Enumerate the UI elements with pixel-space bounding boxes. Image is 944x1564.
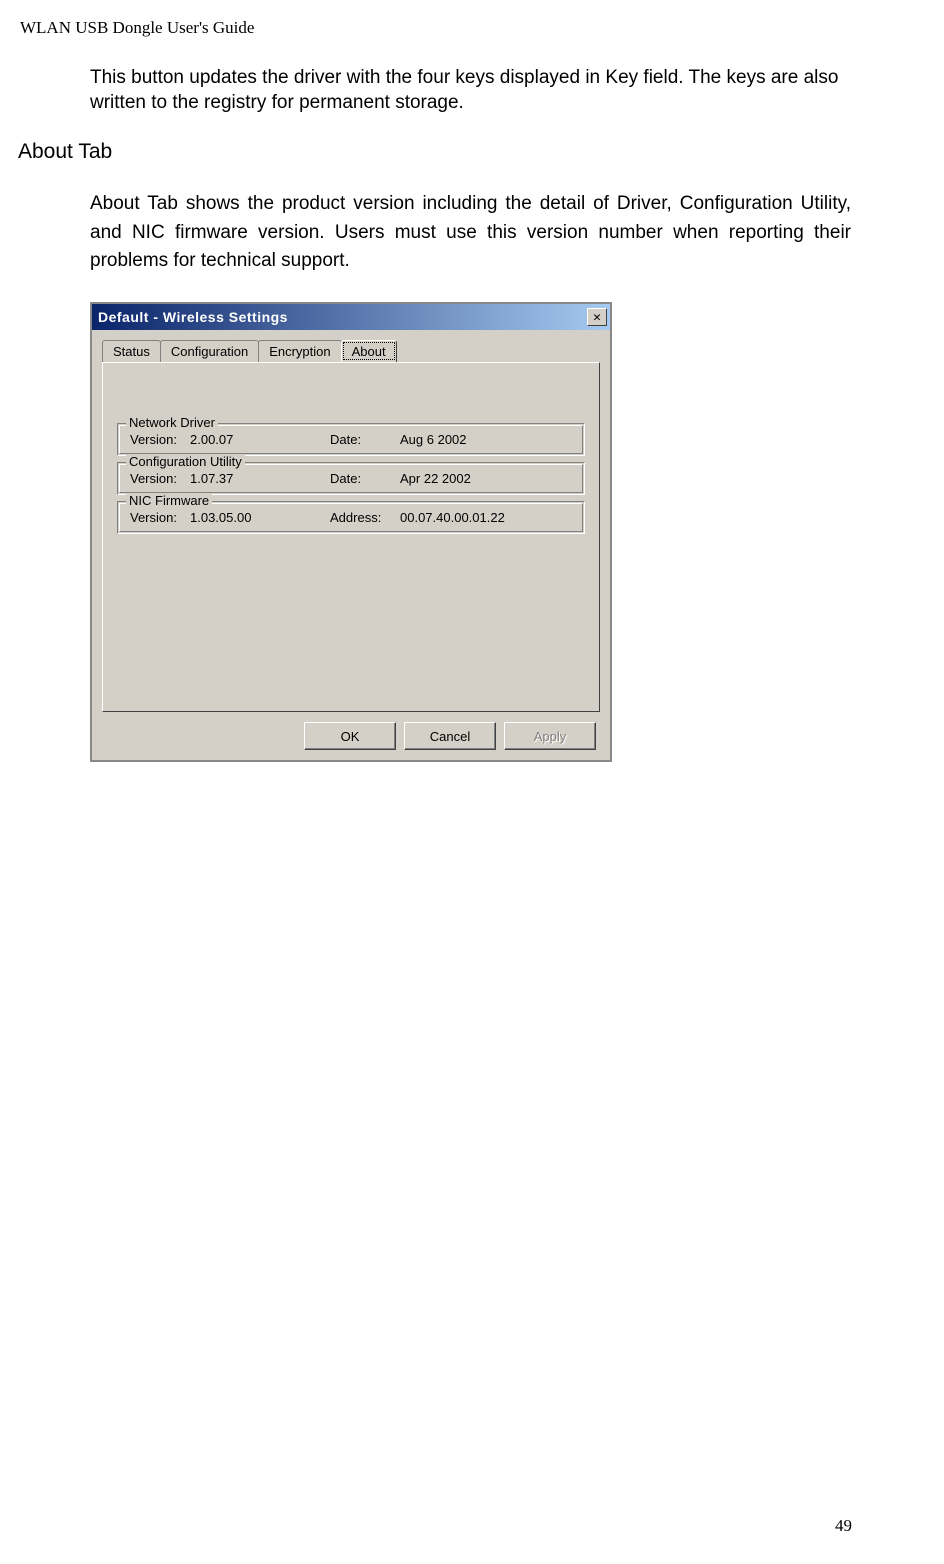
close-icon: ✕: [593, 311, 601, 324]
apply-button: Apply: [504, 722, 596, 750]
tab-configuration[interactable]: Configuration: [160, 340, 259, 362]
fieldset-config-utility: Configuration Utility Version: 1.07.37 D…: [117, 462, 585, 495]
value-driver-date: Aug 6 2002: [400, 432, 572, 447]
dialog-titlebar: Default - Wireless Settings ✕: [92, 304, 610, 330]
legend-config-utility: Configuration Utility: [126, 454, 245, 469]
wireless-settings-dialog: Default - Wireless Settings ✕ Status Con…: [90, 302, 612, 762]
label-version: Version:: [130, 432, 190, 447]
cancel-button[interactable]: Cancel: [404, 722, 496, 750]
tab-row: Status Configuration Encryption About: [102, 340, 600, 362]
dialog-title: Default - Wireless Settings: [95, 309, 288, 325]
value-firmware-version: 1.03.05.00: [190, 510, 330, 525]
dialog-button-row: OK Cancel Apply: [102, 722, 600, 750]
value-firmware-address: 00.07.40.00.01.22: [400, 510, 572, 525]
legend-nic-firmware: NIC Firmware: [126, 493, 212, 508]
value-utility-date: Apr 22 2002: [400, 471, 572, 486]
value-driver-version: 2.00.07: [190, 432, 330, 447]
page-number: 49: [835, 1516, 852, 1536]
fieldset-nic-firmware: NIC Firmware Version: 1.03.05.00 Address…: [117, 501, 585, 534]
label-date: Date:: [330, 432, 400, 447]
tab-panel-about: Network Driver Version: 2.00.07 Date: Au…: [102, 362, 600, 712]
ok-button[interactable]: OK: [304, 722, 396, 750]
body-paragraph-2: About Tab shows the product version incl…: [90, 190, 851, 276]
label-version: Version:: [130, 510, 190, 525]
label-date: Date:: [330, 471, 400, 486]
section-heading: About Tab: [18, 140, 112, 164]
tab-about[interactable]: About: [341, 340, 397, 362]
tab-status[interactable]: Status: [102, 340, 161, 362]
fieldset-network-driver: Network Driver Version: 2.00.07 Date: Au…: [117, 423, 585, 456]
legend-network-driver: Network Driver: [126, 415, 218, 430]
tab-encryption[interactable]: Encryption: [258, 340, 341, 362]
close-button[interactable]: ✕: [587, 308, 607, 326]
value-utility-version: 1.07.37: [190, 471, 330, 486]
document-header: WLAN USB Dongle User's Guide: [20, 18, 254, 38]
body-paragraph-1: This button updates the driver with the …: [90, 66, 851, 115]
label-version: Version:: [130, 471, 190, 486]
label-address: Address:: [330, 510, 400, 525]
